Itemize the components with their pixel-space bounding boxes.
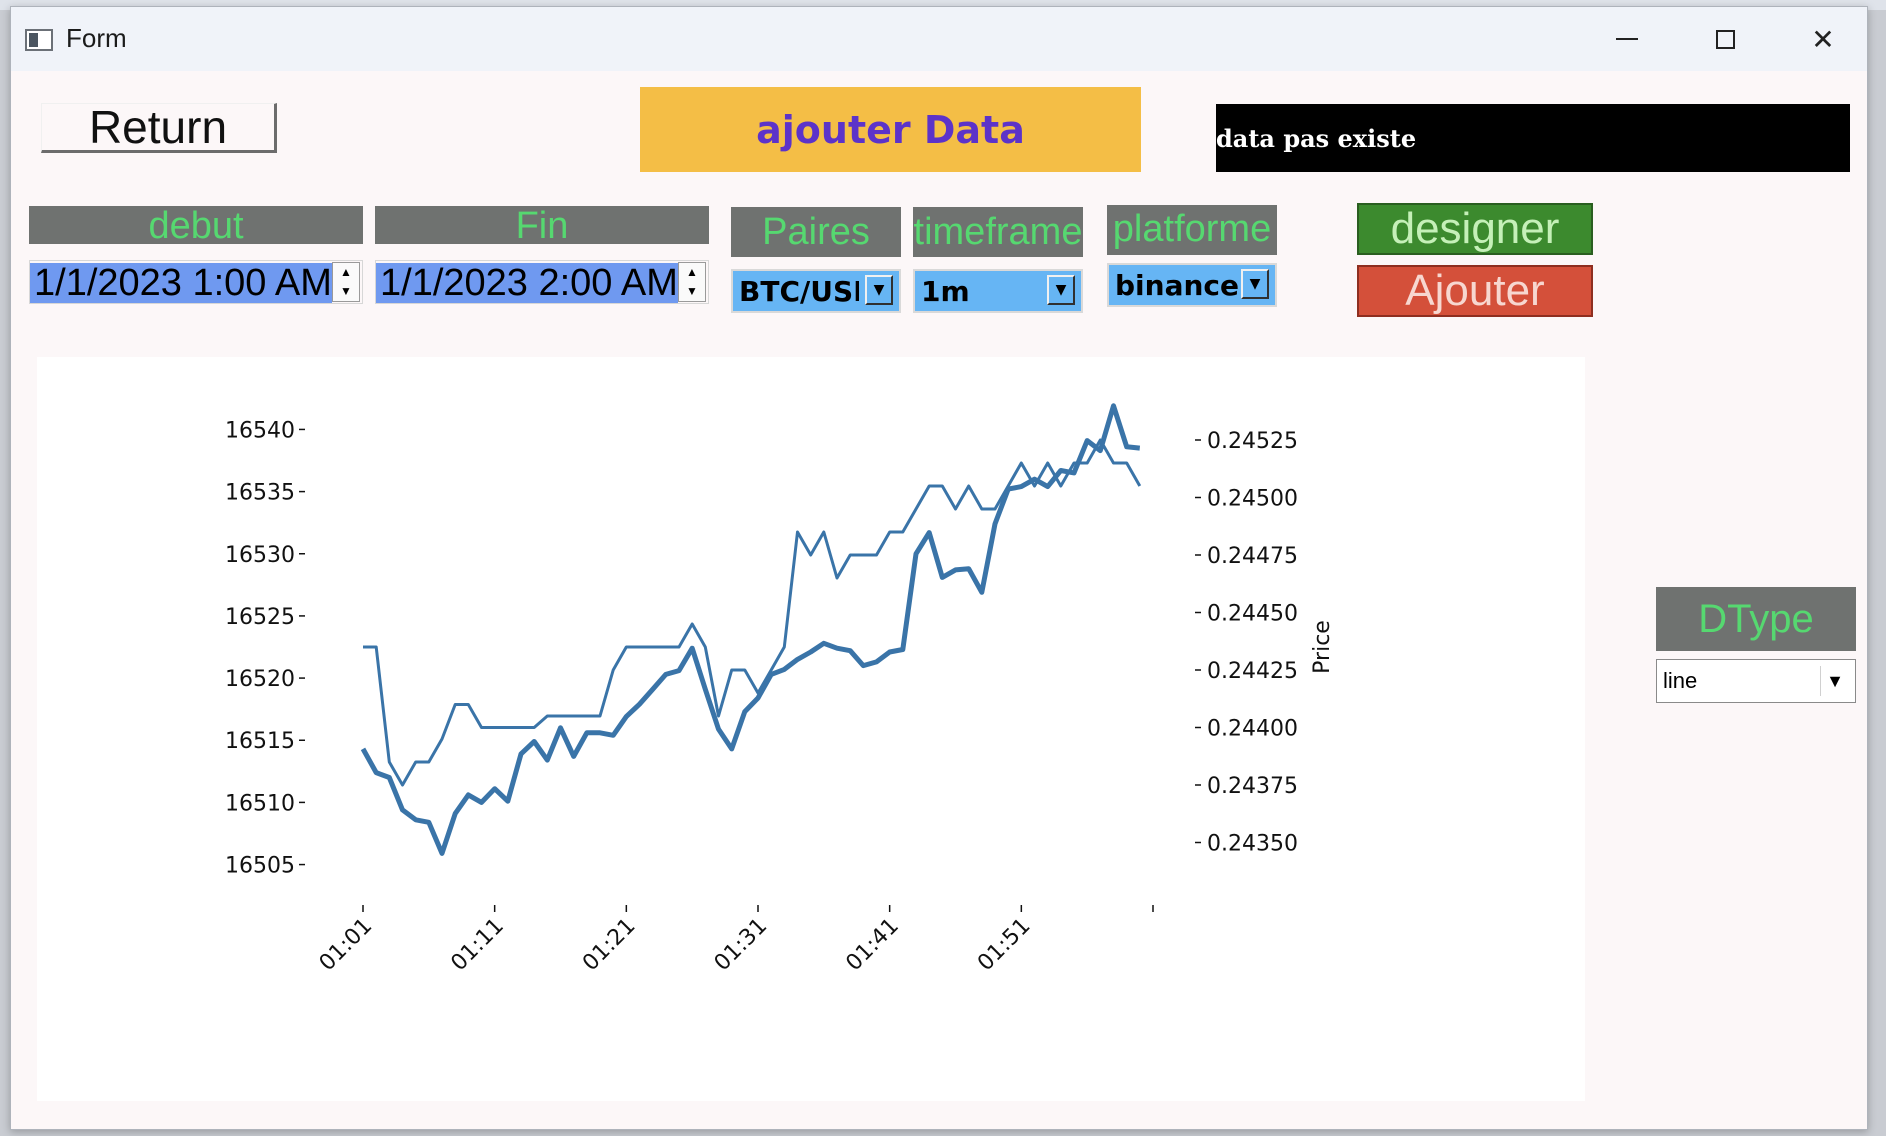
fin-label: Fin (375, 206, 709, 244)
left-tick-label: 16520 (225, 667, 295, 692)
minimize-icon (1616, 38, 1638, 40)
chevron-down-icon[interactable]: ▼ (1820, 666, 1849, 696)
debut-label: debut (29, 206, 363, 244)
paires-label: Paires (731, 207, 901, 257)
chevron-down-icon[interactable]: ▼ (1047, 275, 1075, 305)
paires-select[interactable]: BTC/USDT ▼ (731, 269, 901, 313)
debut-datetime-edit[interactable]: 1/1/2023 1:00 AM ▲ ▼ (29, 260, 363, 304)
spin-down-icon[interactable]: ▼ (679, 282, 705, 301)
chevron-down-icon[interactable]: ▼ (1241, 269, 1269, 299)
paires-select-value: BTC/USDT (739, 274, 859, 308)
maximize-button[interactable] (1693, 15, 1757, 63)
x-tick-label: 01:51 (973, 914, 1036, 977)
timeframe-select[interactable]: 1m ▼ (913, 269, 1083, 313)
left-axis-series-line (360, 403, 1141, 856)
close-icon: ✕ (1811, 23, 1835, 55)
spin-down-icon[interactable]: ▼ (333, 282, 359, 301)
window-title: Form (66, 23, 127, 53)
right-axis: 0.24350 0.24375 0.24400 0.24425 0.24450 0.244… (1195, 429, 1335, 857)
dtype-label: DType (1656, 587, 1856, 651)
right-tick-label: 0.24400 (1207, 717, 1298, 742)
close-button[interactable]: ✕ (1791, 15, 1855, 63)
status-message: data pas existe (1216, 104, 1850, 172)
x-tick-label: 01:11 (446, 914, 509, 977)
x-tick-label: 01:01 (315, 914, 378, 977)
x-tick-label: 01:31 (710, 914, 773, 977)
fin-datetime-edit[interactable]: 1/1/2023 2:00 AM ▲ ▼ (375, 260, 709, 304)
chevron-down-icon[interactable]: ▼ (865, 275, 893, 305)
right-tick-label: 0.24375 (1207, 774, 1298, 799)
return-button[interactable]: Return (41, 103, 277, 153)
x-axis: 01:01 01:11 01:21 01:31 01:41 01:51 (315, 905, 1154, 977)
window-icon (25, 29, 53, 51)
left-tick-label: 16540 (225, 418, 295, 443)
spin-up-icon[interactable]: ▲ (333, 263, 359, 282)
right-axis-series-line (363, 438, 1142, 787)
maximize-icon (1715, 29, 1735, 49)
spin-up-icon[interactable]: ▲ (679, 263, 705, 282)
left-tick-label: 16515 (225, 729, 295, 754)
right-tick-label: 0.24450 (1207, 602, 1298, 627)
dtype-select[interactable]: line ▼ (1656, 659, 1856, 703)
platforme-label: platforme (1107, 205, 1277, 255)
series-lines (360, 403, 1142, 856)
title-bar: Form ✕ (11, 7, 1867, 71)
right-tick-label: 0.24525 (1207, 429, 1298, 454)
right-axis-label: Price (1310, 620, 1335, 674)
left-tick-label: 16530 (225, 543, 295, 568)
form-window: Form ✕ Return ajouter Data data pas exis… (10, 6, 1868, 1130)
left-tick-label: 16505 (225, 854, 295, 879)
platforme-select[interactable]: binance ▼ (1107, 263, 1277, 307)
dtype-select-value: line (1663, 668, 1698, 693)
fin-datetime-value[interactable]: 1/1/2023 2:00 AM (376, 263, 678, 303)
right-tick-label: 0.24350 (1207, 832, 1298, 857)
timeframe-label: timeframe (913, 207, 1083, 257)
designer-button[interactable]: designer (1357, 203, 1593, 255)
x-tick-label: 01:21 (578, 914, 641, 977)
left-tick-label: 16535 (225, 481, 295, 506)
price-chart-svg: 16505 16510 16515 16520 16525 16530 16535 16540… (225, 403, 1335, 977)
fin-spin-buttons[interactable]: ▲ ▼ (678, 262, 706, 302)
left-axis: 16505 16510 16515 16520 16525 16530 16535 16540 (225, 418, 305, 879)
timeframe-select-value: 1m (921, 274, 970, 308)
left-tick-label: 16510 (225, 791, 295, 816)
ajouter-data-button[interactable]: ajouter Data (640, 87, 1141, 172)
debut-spin-buttons[interactable]: ▲ ▼ (332, 262, 360, 302)
right-tick-label: 0.24425 (1207, 659, 1298, 684)
left-tick-label: 16525 (225, 605, 295, 630)
right-tick-label: 0.24500 (1207, 487, 1298, 512)
minimize-button[interactable] (1595, 15, 1659, 63)
debut-datetime-value[interactable]: 1/1/2023 1:00 AM (30, 263, 332, 303)
x-tick-label: 01:41 (841, 914, 904, 977)
price-chart: 16505 16510 16515 16520 16525 16530 16535 16540… (37, 357, 1585, 1101)
ajouter-button[interactable]: Ajouter (1357, 265, 1593, 317)
right-tick-label: 0.24475 (1207, 544, 1298, 569)
platforme-select-value: binance (1115, 268, 1239, 302)
